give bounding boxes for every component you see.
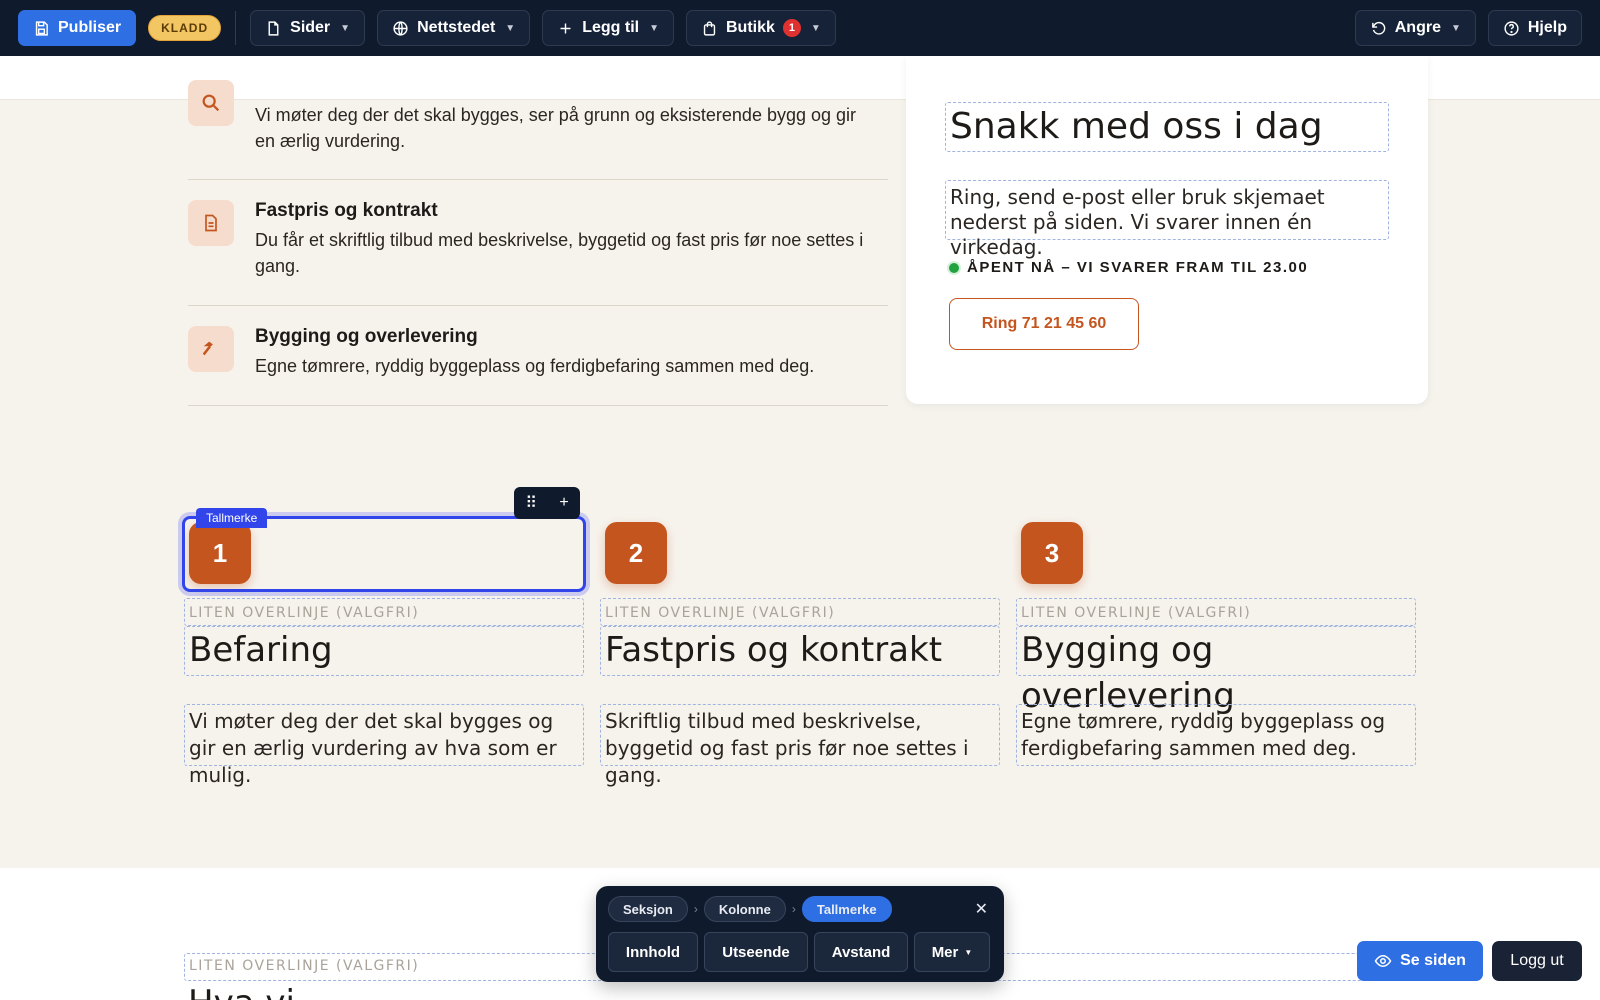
undo-label: Angre	[1394, 19, 1441, 36]
open-status: ÅPENT NÅ – VI SVARER FRAM TIL 23.00	[949, 259, 1308, 276]
drag-handle-icon[interactable]: ⠿	[525, 493, 537, 513]
step-number-badge[interactable]: 2	[605, 522, 667, 584]
process-item-title: Fastpris og kontrakt	[255, 200, 438, 221]
selection-toolbar: ⠿ +	[514, 487, 580, 519]
tab-spacing[interactable]: Avstand	[814, 932, 908, 972]
crumb-section[interactable]: Seksjon	[608, 896, 688, 922]
caret-down-icon: ▼	[964, 947, 973, 957]
tab-more-label: Mer	[931, 943, 959, 961]
chevron-down-icon: ▼	[649, 22, 659, 34]
pages-menu-button[interactable]: Sider ▼	[250, 10, 366, 46]
contact-card: Snakk med oss i dag Ring, send e-post el…	[906, 56, 1428, 404]
step-overline[interactable]: LITEN OVERLINJE (VALGFRI)	[1016, 598, 1416, 626]
shop-label: Butikk	[726, 19, 775, 36]
site-label: Nettstedet	[417, 19, 496, 36]
eye-icon	[1374, 954, 1392, 968]
add-label: Legg til	[582, 19, 640, 36]
toolbar-divider	[235, 11, 237, 45]
chevron-down-icon: ▼	[505, 22, 516, 34]
help-button[interactable]: Hjelp	[1487, 10, 1582, 46]
process-item-title: Bygging og overlevering	[255, 326, 478, 347]
status-text: ÅPENT NÅ – VI SVARER FRAM TIL 23.00	[967, 259, 1309, 276]
crumb-column[interactable]: Kolonne	[703, 896, 786, 922]
add-menu-button[interactable]: Legg til ▼	[542, 10, 674, 46]
block-editor-panel: Seksjon › Kolonne › Tallmerke ✕ Innhold …	[596, 886, 1004, 982]
section-title[interactable]: Hva vi	[184, 981, 1416, 1000]
step-overline[interactable]: LITEN OVERLINJE (VALGFRI)	[184, 598, 584, 626]
save-icon	[35, 20, 48, 36]
step-text[interactable]: Vi møter deg der det skal bygges og gir …	[184, 704, 584, 787]
process-item-text: Vi møter deg der det skal bygges, ser på…	[255, 105, 857, 151]
document-icon	[188, 200, 234, 246]
publish-button[interactable]: Publiser	[18, 10, 137, 46]
chevron-down-icon: ▼	[810, 22, 821, 34]
call-button[interactable]: Ring 71 21 45 60	[949, 298, 1139, 350]
process-item-befaring: Vi møter deg der det skal bygges, ser på…	[188, 60, 888, 180]
step-text[interactable]: Skriftlig tilbud med beskrivelse, bygget…	[600, 704, 1000, 787]
view-site-button[interactable]: Se siden	[1357, 941, 1483, 981]
chevron-down-icon: ▼	[340, 22, 351, 34]
process-item-bygging: Bygging og overlevering Egne tømrere, ry…	[188, 306, 888, 406]
globe-icon	[393, 20, 408, 36]
pages-label: Sider	[290, 19, 331, 36]
crumb-number-badge[interactable]: Tallmerke	[801, 896, 892, 922]
step-text[interactable]: Egne tømrere, ryddig byggeplass og ferdi…	[1016, 704, 1416, 766]
publish-label: Publiser	[58, 19, 122, 36]
tab-content[interactable]: Innhold	[608, 932, 698, 972]
selection-label: Tallmerke	[196, 508, 268, 528]
step-title[interactable]: Befaring	[184, 626, 584, 676]
logout-button[interactable]: Logg ut	[1492, 941, 1582, 981]
editor-toolbar: Publiser KLADD Sider ▼ Nettstedet ▼ Legg…	[0, 0, 1600, 56]
close-icon[interactable]: ✕	[975, 899, 988, 919]
panel-tabs: Innhold Utseende Avstand Mer ▼	[608, 932, 992, 972]
breadcrumb: Seksjon › Kolonne › Tallmerke ✕	[608, 896, 992, 922]
chevron-right-icon: ›	[693, 902, 698, 916]
chevron-down-icon: ▼	[1450, 22, 1461, 34]
step-number-badge[interactable]: 3	[1021, 522, 1083, 584]
process-item-text: Du får et skriftlig tilbud med beskrivel…	[255, 230, 864, 276]
site-menu-button[interactable]: Nettstedet ▼	[377, 10, 531, 46]
contact-title[interactable]: Snakk med oss i dag	[945, 102, 1389, 152]
plus-icon	[560, 23, 571, 33]
step-overline[interactable]: LITEN OVERLINJE (VALGFRI)	[600, 598, 1000, 626]
shop-menu-button[interactable]: Butikk 1 ▼	[686, 10, 836, 46]
add-block-icon[interactable]: +	[559, 494, 568, 512]
search-icon	[188, 80, 234, 126]
step-title[interactable]: Bygging og overlevering	[1016, 626, 1416, 716]
status-dot-icon	[949, 262, 959, 273]
chevron-right-icon: ›	[791, 902, 796, 916]
hammer-icon	[188, 326, 234, 372]
tab-more[interactable]: Mer ▼	[914, 932, 990, 972]
shop-count-badge: 1	[782, 19, 801, 37]
undo-icon	[1371, 21, 1386, 35]
contact-text[interactable]: Ring, send e-post eller bruk skjemaet ne…	[945, 180, 1389, 259]
view-site-label: Se siden	[1400, 952, 1466, 969]
help-label: Hjelp	[1527, 19, 1567, 36]
help-icon	[1504, 20, 1519, 36]
process-item-fastpris: Fastpris og kontrakt Du får et skriftlig…	[188, 180, 888, 306]
tab-appearance[interactable]: Utseende	[704, 932, 808, 972]
process-item-text: Egne tømrere, ryddig byggeplass og ferdi…	[255, 356, 815, 376]
undo-button[interactable]: Angre ▼	[1354, 10, 1476, 46]
draft-badge: KLADD	[148, 15, 222, 41]
page-icon	[268, 20, 279, 36]
step-title[interactable]: Fastpris og kontrakt	[600, 626, 1000, 676]
shopping-bag-icon	[703, 20, 716, 36]
